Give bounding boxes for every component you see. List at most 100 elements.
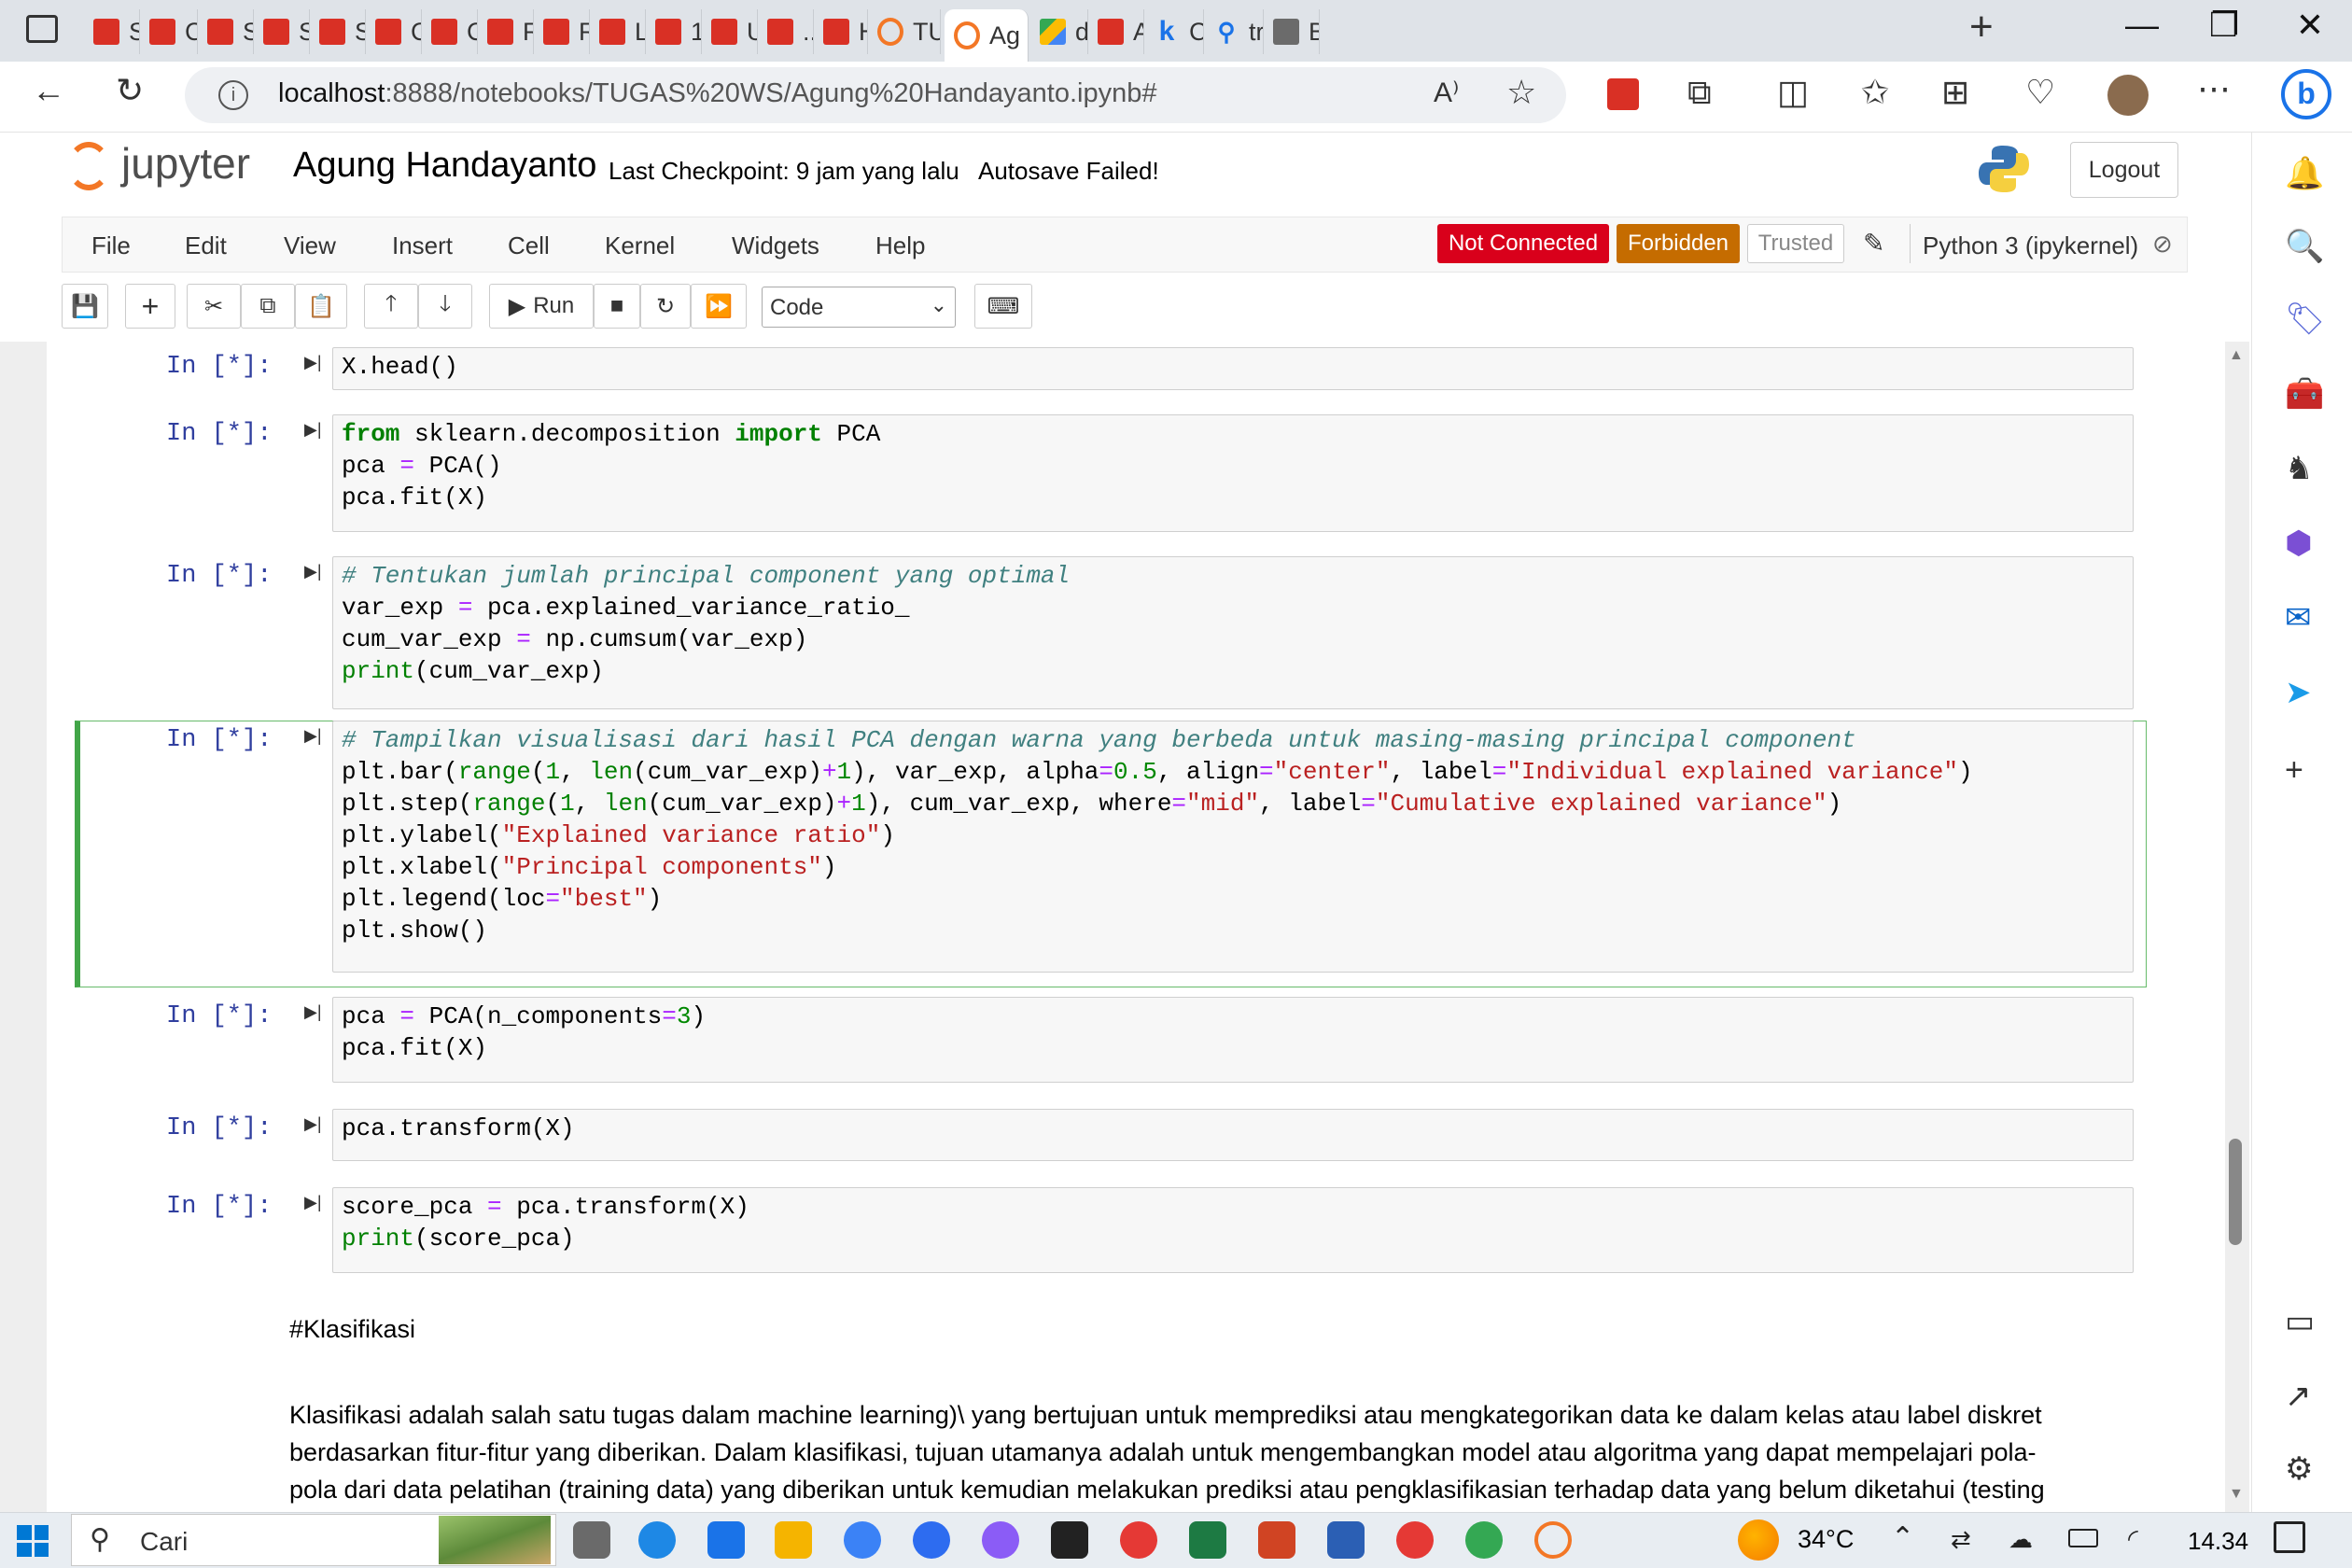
run-cell-icon[interactable]: ▶| bbox=[304, 562, 322, 581]
collections-icon[interactable]: ⊞ bbox=[1941, 73, 1969, 112]
insert-cell-button[interactable]: + bbox=[125, 284, 175, 329]
network-settings-icon[interactable]: ⇄ bbox=[1951, 1525, 1971, 1554]
scroll-up-icon[interactable]: ▲ bbox=[2229, 347, 2244, 364]
markdown-line[interactable]: pola dari data pelatihan (training data)… bbox=[289, 1471, 2045, 1508]
code-line[interactable]: plt.ylabel("Explained variance ratio") bbox=[342, 819, 895, 851]
menu-kernel[interactable]: Kernel bbox=[605, 231, 675, 260]
code-line[interactable]: pca.fit(X) bbox=[342, 1032, 487, 1064]
code-line[interactable]: from sklearn.decomposition import PCA bbox=[342, 418, 880, 450]
code-line[interactable]: plt.step(range(1, len(cum_var_exp)+1), c… bbox=[342, 788, 1841, 819]
command-palette-button[interactable]: ⌨ bbox=[974, 284, 1032, 329]
jupyter-logo-icon[interactable] bbox=[67, 142, 110, 190]
menu-insert[interactable]: Insert bbox=[392, 231, 453, 260]
search-icon[interactable]: 🔍 bbox=[2285, 228, 2324, 265]
jupyter-logo-text[interactable]: jupyter bbox=[121, 138, 250, 189]
favorites-icon[interactable]: ✩ bbox=[1861, 73, 1889, 112]
code-cell-input[interactable] bbox=[332, 347, 2134, 390]
copy-button[interactable]: ⧉ bbox=[241, 284, 295, 329]
markdown-heading[interactable]: #Klasifikasi bbox=[289, 1310, 415, 1348]
code-line[interactable]: score_pca = pca.transform(X) bbox=[342, 1191, 749, 1223]
run-cell-icon[interactable]: ▶| bbox=[304, 726, 322, 746]
chrome-profile2-taskbar-icon[interactable] bbox=[1465, 1521, 1503, 1559]
browser-tab[interactable]: da bbox=[1030, 9, 1088, 54]
split-screen-icon[interactable]: ◫ bbox=[1777, 73, 1809, 112]
site-info-icon[interactable]: i bbox=[218, 80, 248, 110]
browser-essentials-icon[interactable]: ♡ bbox=[2025, 73, 2055, 112]
code-line[interactable]: plt.legend(loc="best") bbox=[342, 883, 662, 915]
browser-tab[interactable]: ..N bbox=[758, 9, 814, 54]
notebook-scrollbar[interactable] bbox=[2233, 347, 2247, 1508]
code-line[interactable]: # Tentukan jumlah principal component ya… bbox=[342, 560, 1070, 592]
run-button[interactable]: ▶ Run bbox=[489, 284, 594, 329]
games-icon[interactable]: ♞ bbox=[2285, 450, 2313, 487]
favorite-star-icon[interactable]: ☆ bbox=[1506, 73, 1536, 112]
wifi-icon[interactable]: ◜ bbox=[2128, 1523, 2138, 1554]
code-line[interactable]: pca = PCA(n_components=3) bbox=[342, 1001, 706, 1032]
browser-tab[interactable]: Ac bbox=[1088, 9, 1144, 54]
add-sidebar-app-icon[interactable]: + bbox=[2285, 752, 2303, 789]
minimize-button[interactable]: — bbox=[2109, 6, 2175, 45]
browser-tab[interactable]: U/ bbox=[702, 9, 758, 54]
battery-icon[interactable] bbox=[2068, 1529, 2098, 1547]
menu-file[interactable]: File bbox=[91, 231, 131, 260]
browser-tab[interactable]: H: bbox=[814, 9, 868, 54]
acrobat-icon[interactable] bbox=[1607, 78, 1639, 110]
code-line[interactable]: print(score_pca) bbox=[342, 1223, 575, 1254]
notifications-icon[interactable]: 🔔 bbox=[2285, 155, 2324, 192]
browser-tab[interactable]: 13 bbox=[646, 9, 702, 54]
security-taskbar-icon[interactable] bbox=[1051, 1521, 1088, 1559]
logout-button[interactable]: Logout bbox=[2070, 142, 2178, 198]
notebook-name[interactable]: Agung Handayanto bbox=[293, 146, 596, 186]
windows-start-icon[interactable] bbox=[17, 1525, 49, 1557]
cloud-offline-icon[interactable]: ☁ bbox=[2009, 1525, 2033, 1554]
interrupt-button[interactable]: ■ bbox=[594, 284, 640, 329]
code-line[interactable]: cum_var_exp = np.cumsum(var_exp) bbox=[342, 623, 807, 655]
office-icon[interactable]: ⬢ bbox=[2285, 525, 2313, 562]
extensions-icon[interactable]: ⧉ bbox=[1687, 73, 1712, 113]
restore-button[interactable]: ❐ bbox=[2191, 6, 2257, 45]
browser-tab[interactable]: C- bbox=[366, 9, 422, 54]
notification-center-icon[interactable] bbox=[2274, 1521, 2305, 1553]
menu-view[interactable]: View bbox=[284, 231, 336, 260]
chrome-profile-taskbar-icon[interactable] bbox=[1396, 1521, 1434, 1559]
browser-tab[interactable]: k Cl bbox=[1144, 9, 1204, 54]
code-cell-input[interactable] bbox=[332, 1109, 2134, 1161]
browser-tab[interactable]: BI bbox=[1264, 9, 1320, 54]
read-aloud-icon[interactable]: A⁾ bbox=[1434, 77, 1459, 109]
run-cell-icon[interactable]: ▶| bbox=[304, 420, 322, 440]
task-view-icon[interactable] bbox=[573, 1521, 610, 1559]
browser-tab[interactable]: CC bbox=[140, 9, 198, 54]
browser-tab[interactable]: ⚲ tra bbox=[1204, 9, 1264, 54]
close-window-button[interactable]: ✕ bbox=[2277, 6, 2343, 45]
taskbar-search-text[interactable]: Cari bbox=[140, 1527, 188, 1557]
jupyter-taskbar-icon[interactable] bbox=[1534, 1521, 1572, 1559]
browser-tab[interactable]: St bbox=[254, 9, 310, 54]
markdown-line[interactable]: berdasarkan fitur-fitur yang diberikan. … bbox=[289, 1434, 2037, 1471]
browser-tab[interactable]: ST bbox=[84, 9, 140, 54]
markdown-line[interactable]: Klasifikasi adalah salah satu tugas dala… bbox=[289, 1396, 2042, 1434]
not-connected-badge[interactable]: Not Connected bbox=[1437, 224, 1609, 263]
browser-tab[interactable]: LA bbox=[590, 9, 646, 54]
zoom-taskbar-icon[interactable] bbox=[913, 1521, 950, 1559]
paste-button[interactable]: 📋 bbox=[295, 284, 347, 329]
code-line[interactable]: plt.xlabel("Principal components") bbox=[342, 851, 837, 883]
code-line[interactable]: pca.fit(X) bbox=[342, 482, 487, 513]
restart-button[interactable]: ↻ bbox=[640, 284, 691, 329]
back-icon[interactable]: ← bbox=[32, 71, 65, 110]
run-cell-icon[interactable]: ▶| bbox=[304, 1002, 322, 1022]
profile-avatar[interactable] bbox=[2107, 75, 2149, 116]
tools-icon[interactable]: 🧰 bbox=[2285, 375, 2324, 413]
refresh-icon[interactable]: ↻ bbox=[116, 71, 144, 110]
word-taskbar-icon[interactable] bbox=[1327, 1521, 1365, 1559]
new-tab-button[interactable]: + bbox=[1969, 4, 1994, 50]
edit-pencil-icon[interactable]: ✎ bbox=[1863, 228, 1884, 259]
clock[interactable]: 14.34 bbox=[2188, 1527, 2248, 1556]
app-taskbar-icon[interactable] bbox=[982, 1521, 1019, 1559]
code-line[interactable]: var_exp = pca.explained_variance_ratio_ bbox=[342, 592, 910, 623]
open-external-icon[interactable]: ↗ bbox=[2285, 1378, 2312, 1415]
weather-icon[interactable] bbox=[1738, 1519, 1779, 1561]
scroll-down-icon[interactable]: ▼ bbox=[2229, 1486, 2244, 1503]
forbidden-badge[interactable]: Forbidden bbox=[1617, 224, 1740, 263]
hide-sidebar-icon[interactable]: ▭ bbox=[2285, 1303, 2315, 1340]
scrollbar-thumb[interactable] bbox=[2229, 1139, 2242, 1245]
